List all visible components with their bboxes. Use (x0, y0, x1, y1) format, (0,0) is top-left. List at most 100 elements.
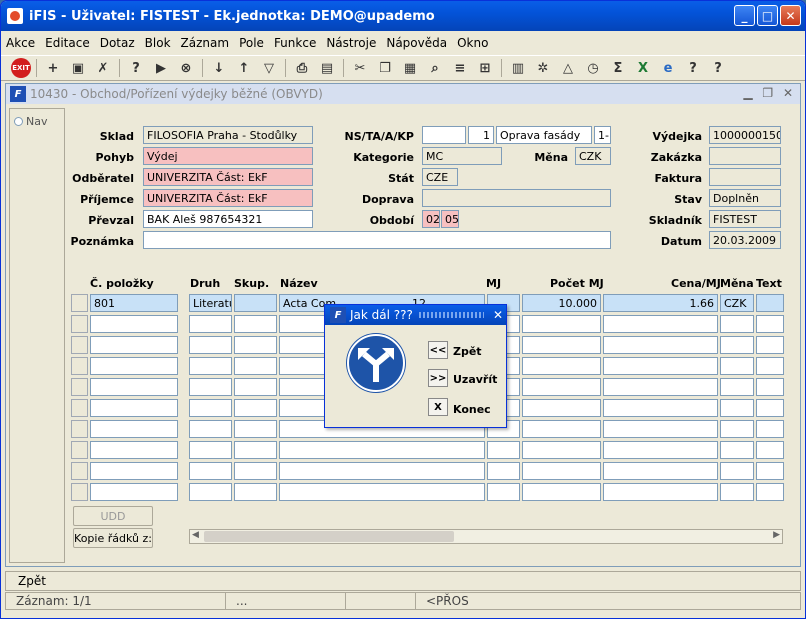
grid-cell[interactable] (603, 483, 718, 501)
grid-cell[interactable] (234, 336, 277, 354)
delete-record-icon[interactable]: ✗ (92, 57, 114, 79)
execute-query-icon[interactable]: ▶ (150, 57, 172, 79)
grid-cell[interactable] (720, 483, 754, 501)
nav-item[interactable]: Nav (10, 109, 64, 128)
chart-icon[interactable]: △ (557, 57, 579, 79)
grid-cell[interactable] (756, 483, 784, 501)
grid-cell[interactable] (90, 315, 178, 333)
grid-cell[interactable] (756, 357, 784, 375)
scroll-left-icon[interactable]: ◀ (192, 530, 199, 540)
grid-cell[interactable] (522, 357, 601, 375)
field-vydejka[interactable]: 1000000150 (709, 126, 781, 144)
settings-icon[interactable]: ✲ (532, 57, 554, 79)
grid-cell[interactable] (522, 336, 601, 354)
row-selector[interactable] (71, 441, 88, 459)
tree-icon[interactable]: ⊞ (474, 57, 496, 79)
help-icon[interactable]: ? (682, 57, 704, 79)
field-ns-1[interactable] (422, 126, 466, 144)
sort-asc-icon[interactable]: ↓ (208, 57, 230, 79)
add-record-icon[interactable]: + (42, 57, 64, 79)
row-selector[interactable] (71, 336, 88, 354)
grid-cell[interactable] (189, 357, 232, 375)
menu-nastroje[interactable]: Nástroje (325, 36, 377, 50)
grid-cell[interactable] (603, 462, 718, 480)
grid-cell[interactable] (720, 357, 754, 375)
grid-cell[interactable] (522, 420, 601, 438)
sum-icon[interactable]: Σ (607, 57, 629, 79)
web-icon[interactable]: e (657, 57, 679, 79)
scroll-thumb[interactable] (204, 531, 454, 542)
field-kategorie[interactable]: MC (422, 147, 502, 165)
grid-cell[interactable] (756, 378, 784, 396)
grid-cell[interactable] (756, 441, 784, 459)
grid-cell[interactable] (279, 483, 485, 501)
exit-icon[interactable]: EXIT (11, 58, 31, 78)
query-icon[interactable]: ? (125, 57, 147, 79)
cell-cena[interactable]: 1.66 (603, 294, 718, 312)
form-window-controls[interactable]: ▁ ❐ ✕ (743, 86, 796, 100)
grid-cell[interactable] (756, 315, 784, 333)
copy-rows-button[interactable]: Kopie řádků z: (73, 528, 153, 548)
grid-cell[interactable] (522, 483, 601, 501)
context-help-icon[interactable]: ? (707, 57, 729, 79)
grid-cell[interactable] (720, 315, 754, 333)
grid-cell[interactable] (90, 420, 178, 438)
back-button[interactable]: << (428, 341, 448, 359)
cancel-query-icon[interactable]: ⊗ (175, 57, 197, 79)
field-ns-2[interactable]: 1 (468, 126, 494, 144)
field-skladnik[interactable]: FISTEST (709, 210, 781, 228)
grid-cell[interactable] (234, 420, 277, 438)
grid-cell[interactable] (720, 378, 754, 396)
row-selector[interactable] (71, 420, 88, 438)
grid-cell[interactable] (720, 336, 754, 354)
field-prevzal[interactable]: BAK Aleš 987654321 (143, 210, 313, 228)
end-button[interactable]: X (428, 398, 448, 416)
field-ns-3[interactable]: Oprava fasády (496, 126, 592, 144)
grid-cell[interactable] (189, 462, 232, 480)
grid-cell[interactable] (756, 336, 784, 354)
field-datum[interactable]: 20.03.2009 (709, 231, 781, 249)
menu-editace[interactable]: Editace (44, 36, 91, 50)
field-faktura[interactable] (709, 168, 781, 186)
find-icon[interactable]: ⌕ (424, 57, 446, 79)
close-record-button[interactable]: >> (428, 369, 448, 387)
grid-cell[interactable] (90, 378, 178, 396)
grid-cell[interactable] (189, 336, 232, 354)
grid-cell[interactable] (720, 399, 754, 417)
excel-icon[interactable]: X (632, 57, 654, 79)
field-mena[interactable]: CZK (575, 147, 611, 165)
close-window-button[interactable]: ✕ (780, 5, 801, 26)
grid-cell[interactable] (90, 399, 178, 417)
grid-cell[interactable] (189, 420, 232, 438)
menu-dotaz[interactable]: Dotaz (99, 36, 136, 50)
grid-cell[interactable] (234, 378, 277, 396)
menu-zaznam[interactable]: Záznam (180, 36, 231, 50)
field-doprava[interactable] (422, 189, 611, 207)
cut-icon[interactable]: ✂ (349, 57, 371, 79)
grid-cell[interactable] (603, 420, 718, 438)
grid-cell[interactable] (189, 399, 232, 417)
horizontal-scrollbar[interactable]: ◀ ▶ (189, 529, 783, 544)
calculator-icon[interactable]: ▥ (507, 57, 529, 79)
grid-cell[interactable] (522, 378, 601, 396)
grid-cell[interactable] (522, 462, 601, 480)
cell-skup[interactable] (234, 294, 277, 312)
grid-cell[interactable] (189, 483, 232, 501)
field-stav[interactable]: Doplněn (709, 189, 781, 207)
field-odberatel[interactable]: UNIVERZITA Část: EkF (143, 168, 313, 186)
sort-desc-icon[interactable]: ↑ (233, 57, 255, 79)
grid-cell[interactable] (756, 399, 784, 417)
save-icon[interactable]: ▣ (67, 57, 89, 79)
field-zakazka[interactable] (709, 147, 781, 165)
row-selector[interactable] (71, 462, 88, 480)
row-selector[interactable] (71, 483, 88, 501)
grid-cell[interactable] (720, 441, 754, 459)
grid-cell[interactable] (234, 483, 277, 501)
cell-druh[interactable]: Literatur (189, 294, 232, 312)
field-stat[interactable]: CZE (422, 168, 458, 186)
grid-cell[interactable] (522, 399, 601, 417)
grid-cell[interactable] (234, 357, 277, 375)
cell-cislo[interactable]: 801 (90, 294, 178, 312)
grid-cell[interactable] (189, 441, 232, 459)
row-selector[interactable] (71, 399, 88, 417)
